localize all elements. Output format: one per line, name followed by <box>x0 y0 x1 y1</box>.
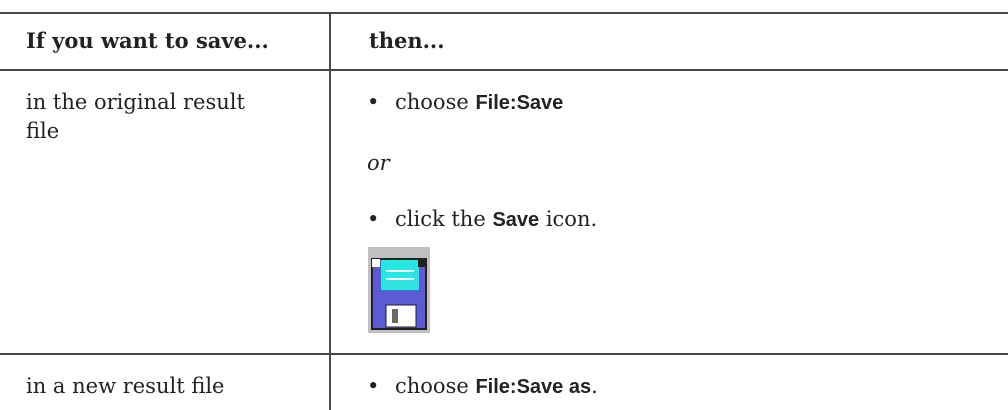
row-1-condition-line-1: in the original result <box>26 90 245 114</box>
row-2-condition: in a new result file <box>26 374 225 398</box>
column-divider-rule <box>329 12 331 410</box>
header-bottom-rule <box>0 69 1008 71</box>
row-1-step-choose-save: • choose File:Save <box>367 89 563 116</box>
or-separator: or <box>367 151 390 175</box>
bullet-marker: • <box>367 90 380 114</box>
save-options-table: If you want to save... then... in the or… <box>0 0 1008 410</box>
row-1-condition-line-2: file <box>26 119 60 143</box>
header-col-action: then... <box>369 28 445 53</box>
step-suffix: . <box>591 374 598 398</box>
bullet-marker: • <box>367 207 380 231</box>
row-1-step-click-save-icon: • click the Save icon. <box>367 206 597 233</box>
save-term: Save <box>492 209 540 231</box>
header-col-condition: If you want to save... <box>26 28 269 53</box>
row-2-step-choose-save-as: • choose File:Save as. <box>367 373 598 400</box>
menu-command-file-save: File:Save <box>475 92 564 114</box>
step-prefix: choose <box>395 90 476 114</box>
floppy-disk-save-icon <box>368 247 430 333</box>
row-divider-rule <box>0 353 1008 355</box>
bullet-marker: • <box>367 374 380 398</box>
step-suffix: icon. <box>539 207 598 231</box>
table-top-rule <box>0 12 1008 14</box>
step-prefix: click the <box>395 207 493 231</box>
menu-command-file-save-as: File:Save as <box>475 376 592 398</box>
step-prefix: choose <box>395 374 476 398</box>
